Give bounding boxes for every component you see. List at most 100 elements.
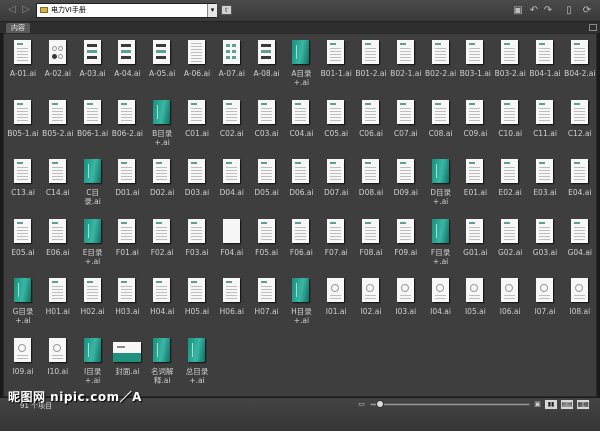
file-item[interactable]: B03-1.ai bbox=[458, 36, 492, 95]
chevron-down-icon[interactable]: ▾ bbox=[207, 4, 217, 17]
forward-arrow-icon[interactable]: ▷ bbox=[20, 4, 32, 16]
file-item[interactable]: H02.ai bbox=[76, 274, 110, 333]
file-item[interactable]: C13.ai bbox=[6, 155, 40, 214]
zoom-out-icon[interactable]: ▭ bbox=[357, 400, 366, 409]
delete-icon[interactable]: ▯ bbox=[562, 4, 576, 17]
file-item[interactable]: E02.ai bbox=[493, 155, 527, 214]
file-item[interactable]: I09.ai bbox=[6, 334, 40, 393]
path-dropdown[interactable]: 电力VI手册 bbox=[36, 3, 216, 18]
file-item[interactable]: I02.ai bbox=[354, 274, 388, 333]
file-item[interactable]: C01.ai bbox=[180, 96, 214, 155]
file-item[interactable]: G04.ai bbox=[563, 215, 596, 274]
tab-content[interactable]: 内容 bbox=[6, 23, 30, 33]
file-item[interactable]: I07.ai bbox=[528, 274, 562, 333]
file-item[interactable]: I05.ai bbox=[458, 274, 492, 333]
file-item[interactable]: I01.ai bbox=[319, 274, 353, 333]
file-item[interactable]: D06.ai bbox=[284, 155, 318, 214]
file-item[interactable]: B05-2.ai bbox=[41, 96, 75, 155]
file-item[interactable]: G01.ai bbox=[458, 215, 492, 274]
file-item[interactable]: A-01.ai bbox=[6, 36, 40, 95]
file-item[interactable]: I03.ai bbox=[389, 274, 423, 333]
file-item[interactable]: A-03.ai bbox=[76, 36, 110, 95]
zoom-slider[interactable] bbox=[370, 403, 530, 406]
file-item[interactable]: B01-1.ai bbox=[319, 36, 353, 95]
file-item[interactable]: C03.ai bbox=[250, 96, 284, 155]
file-item[interactable]: F07.ai bbox=[319, 215, 353, 274]
file-item[interactable]: F03.ai bbox=[180, 215, 214, 274]
file-item[interactable]: I04.ai bbox=[424, 274, 458, 333]
file-item[interactable]: F05.ai bbox=[250, 215, 284, 274]
file-item[interactable]: B04-2.ai bbox=[563, 36, 596, 95]
file-item[interactable]: E03.ai bbox=[528, 155, 562, 214]
file-item[interactable]: F01.ai bbox=[110, 215, 144, 274]
zoom-slider-handle[interactable] bbox=[376, 400, 384, 408]
file-item[interactable]: A-02.ai bbox=[41, 36, 75, 95]
file-item[interactable]: B03-2.ai bbox=[493, 36, 527, 95]
file-item[interactable]: C目 录.ai bbox=[76, 155, 110, 214]
new-folder-icon[interactable]: ▣ bbox=[511, 4, 525, 17]
file-item[interactable]: A-04.ai bbox=[110, 36, 144, 95]
file-item[interactable]: G02.ai bbox=[493, 215, 527, 274]
file-item[interactable]: B目录 +.ai bbox=[145, 96, 179, 155]
details-view-button[interactable]: ▦▦ bbox=[576, 399, 590, 410]
file-item[interactable]: D02.ai bbox=[145, 155, 179, 214]
file-item[interactable]: F04.ai bbox=[215, 215, 249, 274]
file-item[interactable]: B01-2.ai bbox=[354, 36, 388, 95]
back-arrow-icon[interactable]: ◁ bbox=[6, 4, 18, 16]
thumbnail-grid[interactable]: A-01.ai A-02.ai A-03.ai A-04.ai A-05.ai A-06.… bbox=[3, 33, 597, 397]
file-item[interactable]: C08.ai bbox=[424, 96, 458, 155]
file-item[interactable]: D05.ai bbox=[250, 155, 284, 214]
file-item[interactable]: I08.ai bbox=[563, 274, 596, 333]
file-item[interactable]: H03.ai bbox=[110, 274, 144, 333]
file-item[interactable]: 总目录 +.ai bbox=[180, 334, 214, 393]
file-item[interactable]: C11.ai bbox=[528, 96, 562, 155]
file-item[interactable]: A-06.ai bbox=[180, 36, 214, 95]
file-item[interactable]: B05-1.ai bbox=[6, 96, 40, 155]
file-item[interactable]: H目录 +.ai bbox=[284, 274, 318, 333]
file-item[interactable]: F06.ai bbox=[284, 215, 318, 274]
file-item[interactable]: F目录 +.ai bbox=[424, 215, 458, 274]
thumbnail-view-button[interactable]: ▮▮ bbox=[544, 399, 558, 410]
file-item[interactable]: I06.ai bbox=[493, 274, 527, 333]
file-item[interactable]: B04-1.ai bbox=[528, 36, 562, 95]
file-item[interactable]: C07.ai bbox=[389, 96, 423, 155]
file-item[interactable]: E05.ai bbox=[6, 215, 40, 274]
file-item[interactable]: E04.ai bbox=[563, 155, 596, 214]
panel-menu-icon[interactable] bbox=[589, 24, 597, 31]
file-item[interactable]: G03.ai bbox=[528, 215, 562, 274]
file-item[interactable]: B06-1.ai bbox=[76, 96, 110, 155]
file-item[interactable]: A-05.ai bbox=[145, 36, 179, 95]
rotate-left-icon[interactable]: ↶ bbox=[527, 4, 541, 17]
file-item[interactable]: H06.ai bbox=[215, 274, 249, 333]
file-item[interactable]: D04.ai bbox=[215, 155, 249, 214]
file-item[interactable]: F02.ai bbox=[145, 215, 179, 274]
file-item[interactable]: H04.ai bbox=[145, 274, 179, 333]
file-item[interactable]: C04.ai bbox=[284, 96, 318, 155]
file-item[interactable]: D03.ai bbox=[180, 155, 214, 214]
file-item[interactable]: C06.ai bbox=[354, 96, 388, 155]
file-item[interactable]: I目录 +.ai bbox=[76, 334, 110, 393]
file-item[interactable]: A-07.ai bbox=[215, 36, 249, 95]
file-item[interactable]: E目录 +.ai bbox=[76, 215, 110, 274]
rotate-right-icon[interactable]: ↷ bbox=[541, 4, 555, 17]
file-item[interactable]: H05.ai bbox=[180, 274, 214, 333]
file-item[interactable]: D目录 +.ai bbox=[424, 155, 458, 214]
refresh-icon[interactable]: ⟳ bbox=[580, 4, 594, 17]
file-item[interactable]: D08.ai bbox=[354, 155, 388, 214]
zoom-in-icon[interactable]: ▣ bbox=[533, 400, 542, 409]
file-item[interactable]: C09.ai bbox=[458, 96, 492, 155]
file-item[interactable]: C10.ai bbox=[493, 96, 527, 155]
file-item[interactable]: G目录 +.ai bbox=[6, 274, 40, 333]
file-item[interactable]: C12.ai bbox=[563, 96, 596, 155]
list-view-button[interactable]: ▤▤ bbox=[560, 399, 574, 410]
file-item[interactable]: A目录 +.ai bbox=[284, 36, 318, 95]
file-item[interactable]: D01.ai bbox=[110, 155, 144, 214]
file-item[interactable]: D07.ai bbox=[319, 155, 353, 214]
file-item[interactable]: B02-2.ai bbox=[424, 36, 458, 95]
file-item[interactable]: F08.ai bbox=[354, 215, 388, 274]
file-item[interactable]: C05.ai bbox=[319, 96, 353, 155]
file-item[interactable]: C02.ai bbox=[215, 96, 249, 155]
file-item[interactable]: E01.ai bbox=[458, 155, 492, 214]
go-up-button[interactable]: ⇧ bbox=[221, 5, 232, 15]
file-item[interactable]: H01.ai bbox=[41, 274, 75, 333]
